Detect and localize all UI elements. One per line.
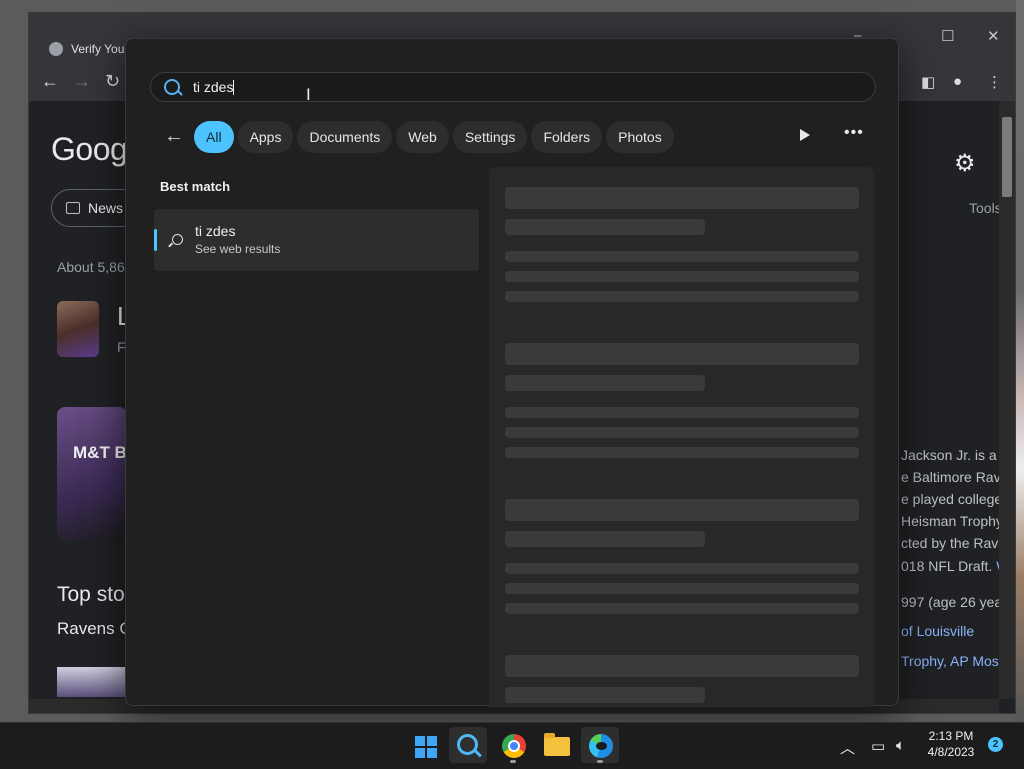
knowledge-panel-link[interactable]: of Louisville	[901, 623, 974, 639]
taskbar: ︿ ▭ 🔈︎	[0, 722, 1024, 769]
skeleton-block	[505, 499, 859, 521]
notification-badge[interactable]: 2	[988, 737, 1003, 752]
back-icon[interactable]: ←	[41, 71, 59, 92]
clock-date: 4/8/2023	[927, 745, 975, 759]
filter-folders[interactable]: Folders	[531, 121, 603, 153]
chrome-close-icon[interactable]: ✕	[987, 27, 1000, 45]
desktop-wallpaper	[1016, 0, 1024, 722]
news-chip-label: News	[88, 200, 124, 216]
filter-web[interactable]: Web	[396, 121, 449, 153]
filter-settings[interactable]: Settings	[452, 121, 528, 153]
knowledge-panel-line: e Baltimore Rave	[901, 469, 1009, 485]
news-icon	[66, 202, 80, 214]
stadium-text: M&T B	[73, 443, 127, 462]
skeleton-block	[505, 343, 859, 365]
results-count: About 5,86	[57, 259, 125, 275]
best-match-result[interactable]: ti zdes See web results	[154, 209, 479, 271]
result-subtitle: See web results	[195, 242, 281, 256]
skeleton-block	[505, 531, 705, 547]
clock-time: 2:13 PM	[928, 729, 974, 743]
skeleton-block	[505, 603, 859, 614]
selection-indicator	[154, 229, 157, 251]
skeleton-block	[505, 583, 859, 594]
skeleton-block	[505, 291, 859, 302]
news-thumbnail[interactable]	[57, 667, 127, 697]
result-title: ti zdes	[195, 223, 236, 239]
volume-icon[interactable]: 🔈︎	[896, 737, 905, 754]
running-indicator	[597, 760, 603, 763]
web-search-icon	[172, 234, 183, 245]
running-indicator	[510, 760, 516, 763]
text-cursor-icon: I	[306, 85, 311, 104]
skeleton-block	[505, 407, 859, 418]
more-options-icon[interactable]: •••	[844, 124, 864, 142]
file-explorer-icon	[544, 733, 570, 756]
filter-apps[interactable]: Apps	[237, 121, 294, 153]
skeleton-block	[505, 427, 859, 438]
google-logo[interactable]: Googl	[51, 131, 134, 168]
search-icon	[457, 734, 478, 755]
search-query[interactable]: ti zdes	[193, 79, 235, 95]
taskbar-chrome-button[interactable]	[494, 727, 532, 763]
show-hidden-icons-chevron-icon[interactable]: ︿	[840, 737, 855, 758]
skeleton-block	[505, 655, 859, 677]
taskbar-edge-button[interactable]	[581, 727, 619, 763]
windows-search-panel: ti zdes I ← All Apps Documents Web Setti…	[125, 38, 899, 707]
skeleton-block	[505, 271, 859, 282]
system-clock[interactable]: 2:13 PM 4/8/2023	[920, 728, 982, 760]
vertical-scrollbar[interactable]	[999, 101, 1015, 699]
menu-dots-icon[interactable]: ⋮	[987, 73, 1002, 91]
tools-button[interactable]: Tools	[969, 200, 1002, 216]
settings-gear-icon[interactable]: ⚙	[954, 149, 976, 178]
skeleton-block	[505, 563, 859, 574]
taskbar-file-explorer-button[interactable]	[537, 727, 575, 763]
profile-icon[interactable]: ●	[953, 73, 962, 90]
play-icon[interactable]	[794, 125, 816, 147]
start-button[interactable]	[404, 727, 442, 763]
windows-logo-icon	[415, 736, 437, 758]
search-query-text: ti zdes	[193, 79, 234, 95]
search-icon	[164, 79, 180, 95]
text-caret	[233, 80, 235, 95]
network-icon[interactable]: ▭	[871, 737, 885, 755]
skeleton-block	[505, 447, 859, 458]
skeleton-block	[505, 219, 705, 235]
filter-photos[interactable]: Photos	[606, 121, 674, 153]
skeleton-block	[505, 687, 705, 703]
globe-icon	[49, 42, 63, 56]
filter-all[interactable]: All	[194, 121, 234, 153]
skeleton-block	[505, 187, 859, 209]
knowledge-panel-line: Heisman Trophy	[901, 513, 1003, 529]
filter-documents[interactable]: Documents	[297, 121, 393, 153]
preview-pane-loading	[489, 167, 874, 707]
knowledge-panel-line: 997 (age 26 year	[901, 594, 1007, 610]
search-input[interactable]: ti zdes	[150, 72, 876, 102]
chrome-maximize-icon[interactable]: ☐	[941, 27, 954, 45]
scrollbar-thumb[interactable]	[1002, 117, 1012, 197]
skeleton-block	[505, 251, 859, 262]
edge-icon	[589, 734, 613, 758]
news-headline[interactable]: Ravens C	[57, 619, 132, 639]
knowledge-panel-line: Jackson Jr. is a	[901, 447, 997, 463]
knowledge-panel-line: e played college	[901, 491, 1003, 507]
sidepanel-icon[interactable]: ◧	[921, 73, 935, 91]
chrome-icon	[502, 734, 526, 758]
top-stories-heading: Top sto	[57, 583, 125, 606]
stadium-image[interactable]: M&T B	[57, 407, 127, 541]
player-thumbnail[interactable]	[57, 301, 99, 357]
best-match-heading: Best match	[160, 179, 231, 194]
taskbar-search-button[interactable]	[449, 727, 487, 763]
knowledge-panel-line: cted by the Rave	[901, 535, 1007, 551]
reload-icon[interactable]: ↻	[105, 71, 120, 92]
back-arrow-icon[interactable]: ←	[164, 125, 184, 148]
skeleton-block	[505, 375, 705, 391]
knowledge-panel-text: 018 NFL Draft.	[901, 558, 993, 574]
filter-chips: All Apps Documents Web Settings Folders …	[194, 121, 674, 153]
tab-title: Verify You	[71, 42, 125, 56]
knowledge-panel-link[interactable]: Trophy, AP Most	[901, 653, 1003, 669]
knowledge-panel-line: 018 NFL Draft. W	[901, 558, 1009, 574]
forward-icon[interactable]: →	[73, 71, 91, 92]
